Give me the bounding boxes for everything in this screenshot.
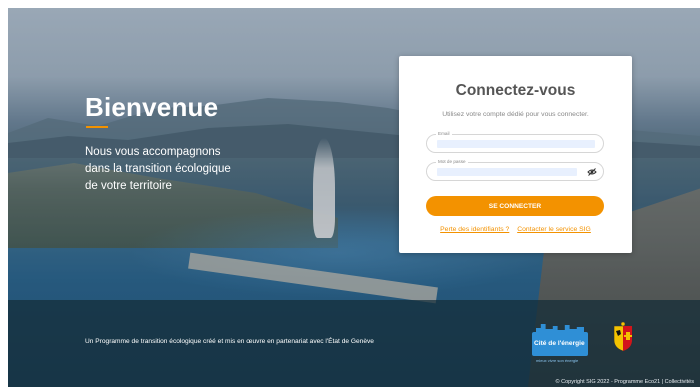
hero-title: Bienvenue: [85, 92, 219, 122]
password-field[interactable]: [437, 168, 577, 176]
eye-slash-icon[interactable]: [587, 167, 597, 177]
login-title: Connectez-vous: [455, 82, 576, 99]
login-subtitle: Utilisez votre compte dédié pour vous co…: [442, 111, 589, 118]
cite-energie-logo: Cité de l'énergie mieux vivre son énergi…: [528, 322, 592, 363]
cite-energie-label: Cité de l'énergie: [534, 340, 585, 347]
cite-energie-tagline: mieux vivre son énergie: [536, 358, 579, 363]
hero-subtitle: Nous vous accompagnons dans la transitio…: [85, 144, 295, 195]
login-links: Perte des identifiants ? Contacter le se…: [399, 226, 632, 233]
email-label: Email: [436, 131, 452, 136]
page: Bienvenue Nous vous accompagnons dans la…: [8, 8, 700, 387]
contact-sig-link[interactable]: Contacter le service SIG: [517, 226, 591, 233]
login-button[interactable]: SE CONNECTER: [426, 196, 604, 216]
login-card: Connectez-vous Utilisez votre compte déd…: [399, 56, 632, 253]
footer-program-text: Un Programme de transition écologique cr…: [85, 338, 374, 345]
hero-underline: [86, 126, 108, 128]
hero-subtitle-line: dans la transition écologique: [85, 163, 231, 175]
password-field-wrapper: Mot de passe: [426, 159, 604, 181]
email-field-wrapper: Email: [426, 131, 604, 153]
copyright-text: © Copyright SIG 2022 - Programme Eco21 |…: [555, 379, 694, 385]
password-label: Mot de passe: [436, 159, 468, 164]
lost-credentials-link[interactable]: Perte des identifiants ?: [440, 226, 509, 233]
hero-subtitle-line: Nous vous accompagnons: [85, 146, 221, 158]
geneva-crest-icon: [613, 322, 633, 352]
hero-subtitle-line: de votre territoire: [85, 180, 172, 192]
email-field[interactable]: [437, 140, 595, 148]
